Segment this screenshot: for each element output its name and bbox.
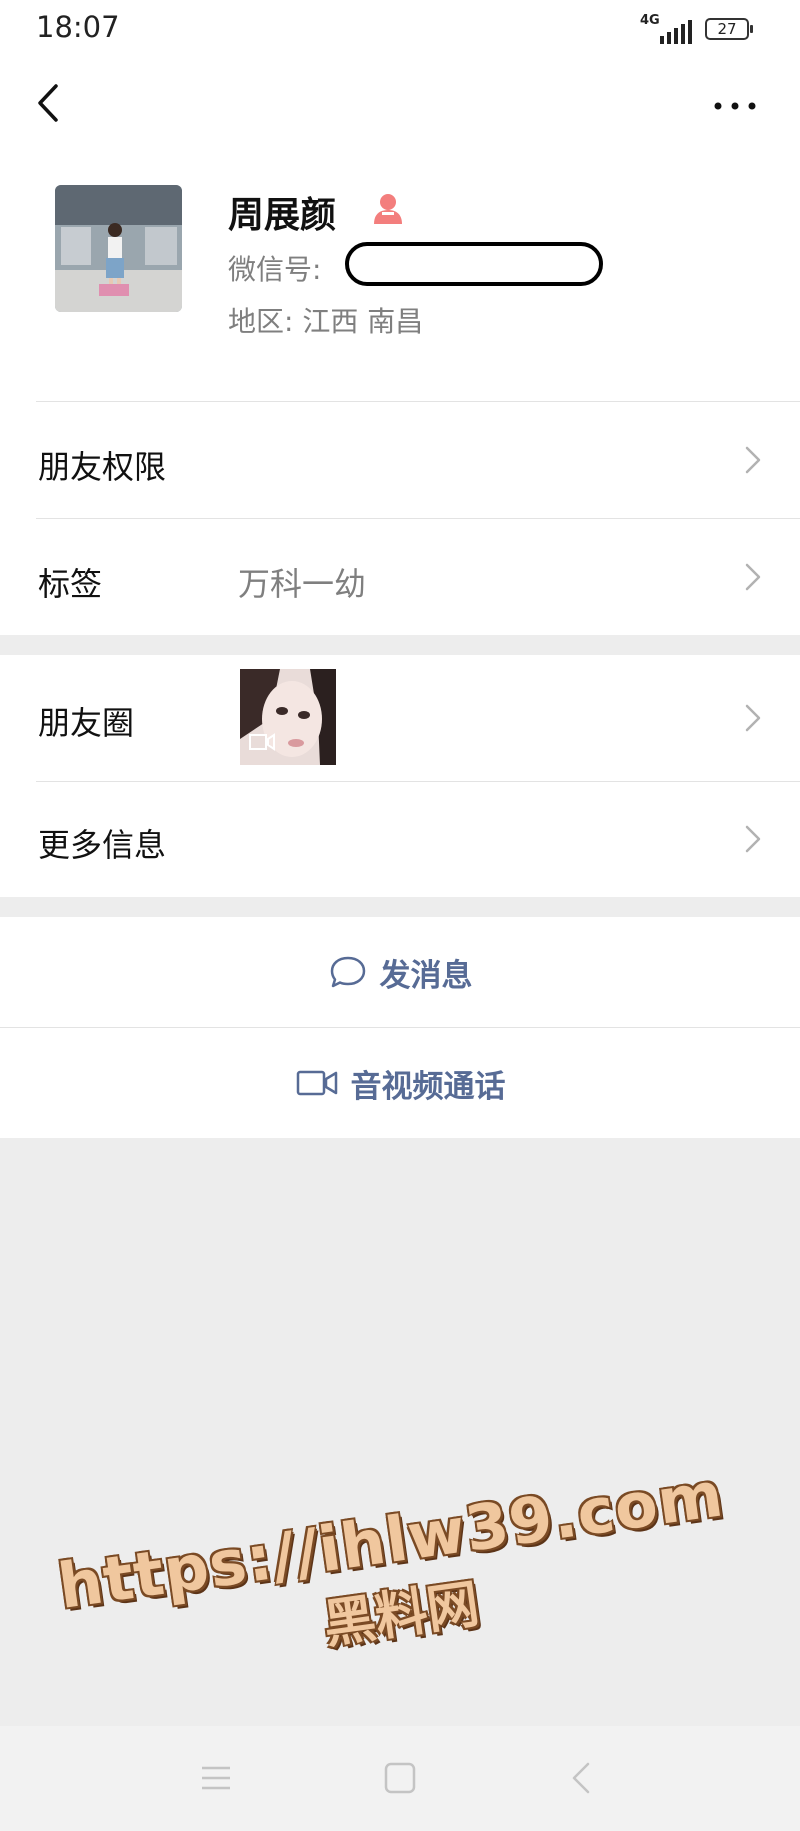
friend-permissions-row[interactable]: 朋友权限 — [0, 402, 800, 519]
contact-name: 周展颜 — [228, 195, 337, 236]
menu-icon[interactable] — [194, 1756, 238, 1800]
moments-row[interactable]: 朋友圈 — [0, 655, 800, 782]
video-call-button[interactable]: 音视频通话 — [0, 1028, 800, 1138]
wechat-id-redaction — [345, 242, 603, 286]
chevron-right-icon — [745, 825, 761, 853]
status-time: 18:07 — [36, 10, 120, 44]
system-nav-bar — [0, 1726, 800, 1831]
female-user-icon — [374, 194, 402, 224]
home-icon[interactable] — [378, 1756, 422, 1800]
video-camera-icon — [296, 1070, 337, 1096]
send-message-button[interactable]: 发消息 — [0, 917, 800, 1027]
moments-thumbnail[interactable] — [240, 669, 336, 765]
wechat-id-label: 微信号: — [228, 253, 322, 286]
status-bar: 18:07 4G 27 — [0, 0, 800, 58]
battery-level: 27 — [717, 20, 737, 38]
profile-header: 周展颜 微信号: 地区: 江西 南昌 — [0, 150, 800, 402]
tags-row[interactable]: 标签 万科一幼 — [0, 519, 800, 635]
chat-bubble-icon — [330, 956, 365, 988]
watermark: https://ihlw39.com 黑料网 — [39, 1452, 761, 1757]
battery-icon: 27 — [705, 18, 753, 40]
tags-label: 标签 — [38, 565, 103, 603]
chevron-right-icon — [745, 446, 761, 474]
ellipsis-icon[interactable] — [710, 86, 760, 126]
signal-icon: 4G — [640, 14, 698, 46]
chevron-right-icon — [745, 704, 761, 732]
network-type: 4G — [640, 13, 660, 28]
tags-value: 万科一幼 — [238, 565, 367, 603]
moments-label: 朋友圈 — [38, 704, 135, 742]
region-label: 地区: 江西 南昌 — [228, 305, 424, 338]
more-info-label: 更多信息 — [38, 826, 167, 864]
avatar[interactable] — [55, 185, 182, 312]
more-info-row[interactable]: 更多信息 — [0, 782, 800, 897]
friend-permissions-label: 朋友权限 — [38, 448, 167, 486]
back-nav-icon[interactable] — [560, 1756, 604, 1800]
send-message-label: 发消息 — [379, 957, 473, 994]
nav-bar — [0, 58, 800, 150]
chevron-right-icon — [745, 563, 761, 591]
chevron-left-icon[interactable] — [30, 78, 70, 128]
video-call-label: 音视频通话 — [350, 1068, 506, 1105]
